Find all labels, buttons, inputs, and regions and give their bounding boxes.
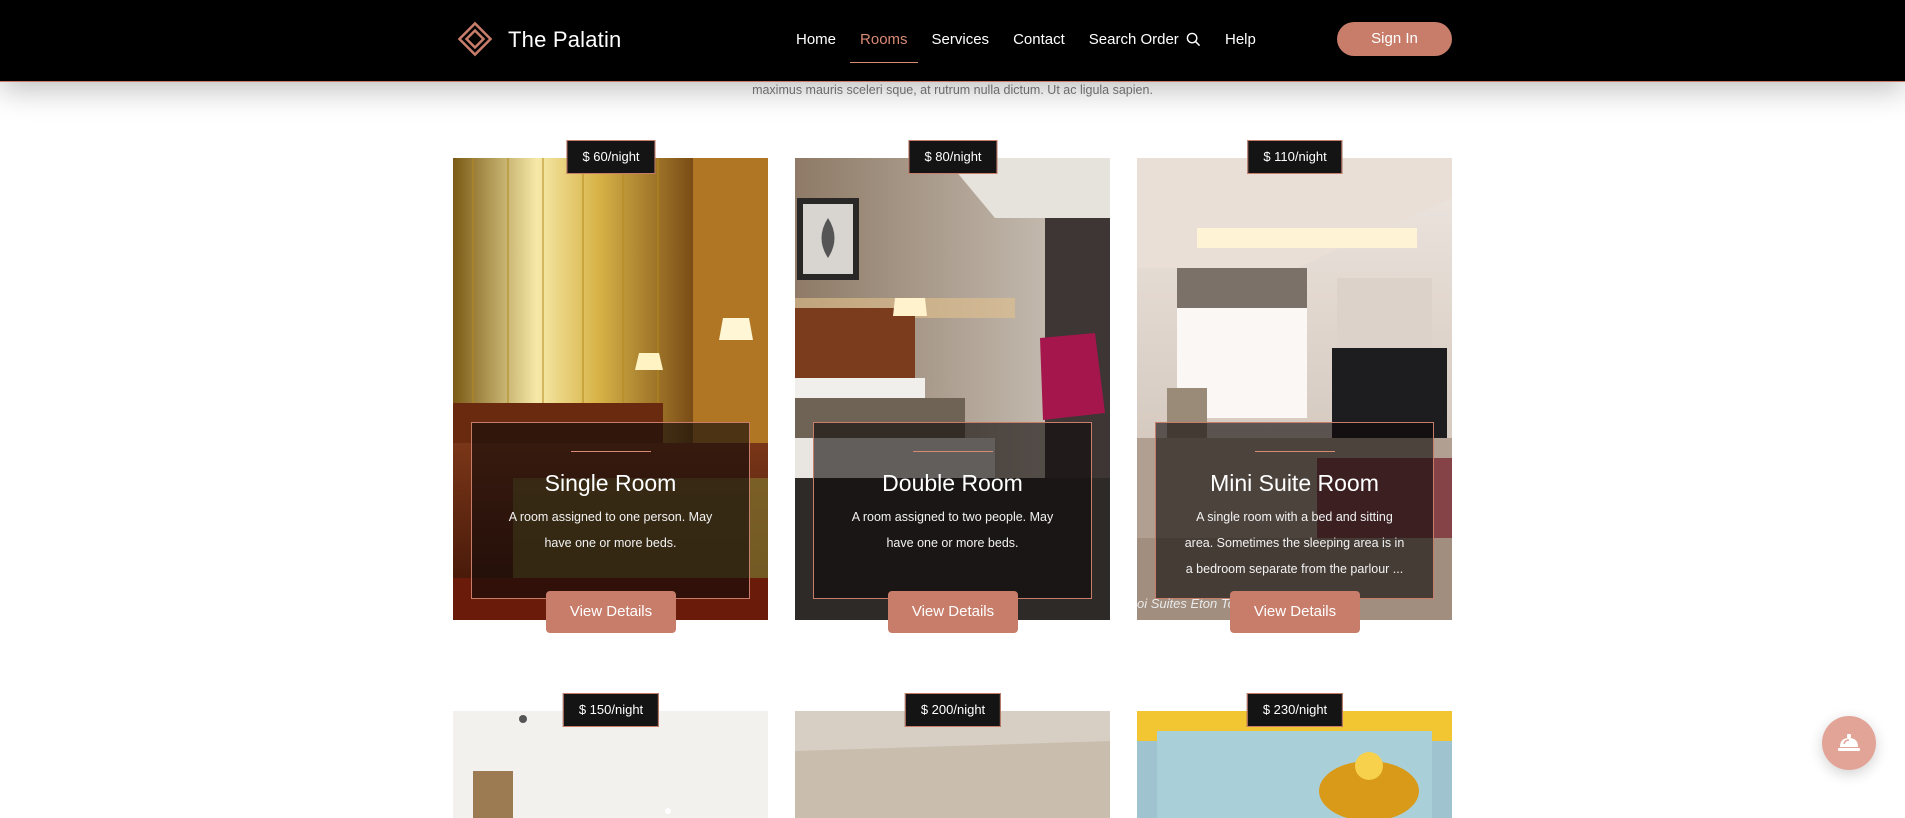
- diamond-logo-icon: [457, 21, 493, 57]
- room-card-mini-suite: oi Suites Eton To $ 110/night Mini Suite…: [1137, 140, 1452, 638]
- nav-search-order-label: Search Order: [1088, 30, 1179, 48]
- sign-in-button[interactable]: Sign In: [1337, 22, 1452, 56]
- room-info-panel: Single Room A room assigned to one perso…: [471, 422, 750, 599]
- room-title: Mini Suite Room: [1210, 470, 1379, 496]
- service-bell-button[interactable]: [1822, 716, 1876, 770]
- room-card-6: $ 230/night: [1137, 693, 1452, 818]
- nav-contact[interactable]: Contact: [1013, 21, 1065, 61]
- room-card-double: $ 80/night Double Room A room assigned t…: [795, 140, 1110, 638]
- nav-rooms[interactable]: Rooms: [850, 21, 917, 63]
- intro-text: maximus mauris sceleri sque, at rutrum n…: [752, 83, 1153, 97]
- divider: [1254, 451, 1335, 452]
- room-card-single: $ 60/night Single Room A room assigned t…: [453, 140, 768, 638]
- room-image-5: [795, 711, 1110, 818]
- price-tag: $ 150/night: [562, 693, 660, 727]
- room-card-4: $ 150/night: [453, 693, 768, 818]
- room-description: A single room with a bed and sitting are…: [1184, 510, 1405, 576]
- room-description: A room assigned to one person. May have …: [508, 510, 713, 550]
- room-info-panel: Mini Suite Room A single room with a bed…: [1155, 422, 1434, 599]
- price-tag: $ 110/night: [1247, 140, 1343, 174]
- room-info-panel: Double Room A room assigned to two peopl…: [813, 422, 1092, 599]
- price-tag: $ 230/night: [1246, 693, 1344, 727]
- nav-help[interactable]: Help: [1225, 21, 1256, 61]
- search-icon: [1186, 32, 1201, 47]
- image-caption: oi Suites Eton To: [1137, 596, 1235, 611]
- price-tag: $ 200/night: [904, 693, 1002, 727]
- room-title: Single Room: [544, 470, 677, 496]
- brand-name: The Palatin: [508, 27, 622, 52]
- view-details-button[interactable]: View Details: [888, 591, 1018, 633]
- room-image-6: [1137, 711, 1452, 818]
- room-title: Double Room: [882, 470, 1023, 496]
- room-image-4: [453, 711, 768, 818]
- price-tag: $ 60/night: [566, 140, 656, 174]
- view-details-button[interactable]: View Details: [546, 591, 676, 633]
- divider: [912, 451, 993, 452]
- brand-logo[interactable]: The Palatin: [452, 20, 622, 60]
- top-navbar: The Palatin Home Rooms Services Contact …: [0, 0, 1905, 82]
- nav-services[interactable]: Services: [932, 21, 990, 61]
- main-nav: Home Rooms Services Contact Search Order…: [796, 0, 1280, 81]
- room-card-5: $ 200/night: [795, 693, 1110, 818]
- room-description: A room assigned to two people. May have …: [851, 510, 1054, 550]
- divider: [570, 451, 651, 452]
- nav-home[interactable]: Home: [796, 21, 836, 61]
- nav-search-order[interactable]: Search Order: [1089, 21, 1201, 61]
- price-tag: $ 80/night: [908, 140, 998, 174]
- view-details-button[interactable]: View Details: [1230, 591, 1360, 633]
- service-bell-icon: [1838, 734, 1860, 751]
